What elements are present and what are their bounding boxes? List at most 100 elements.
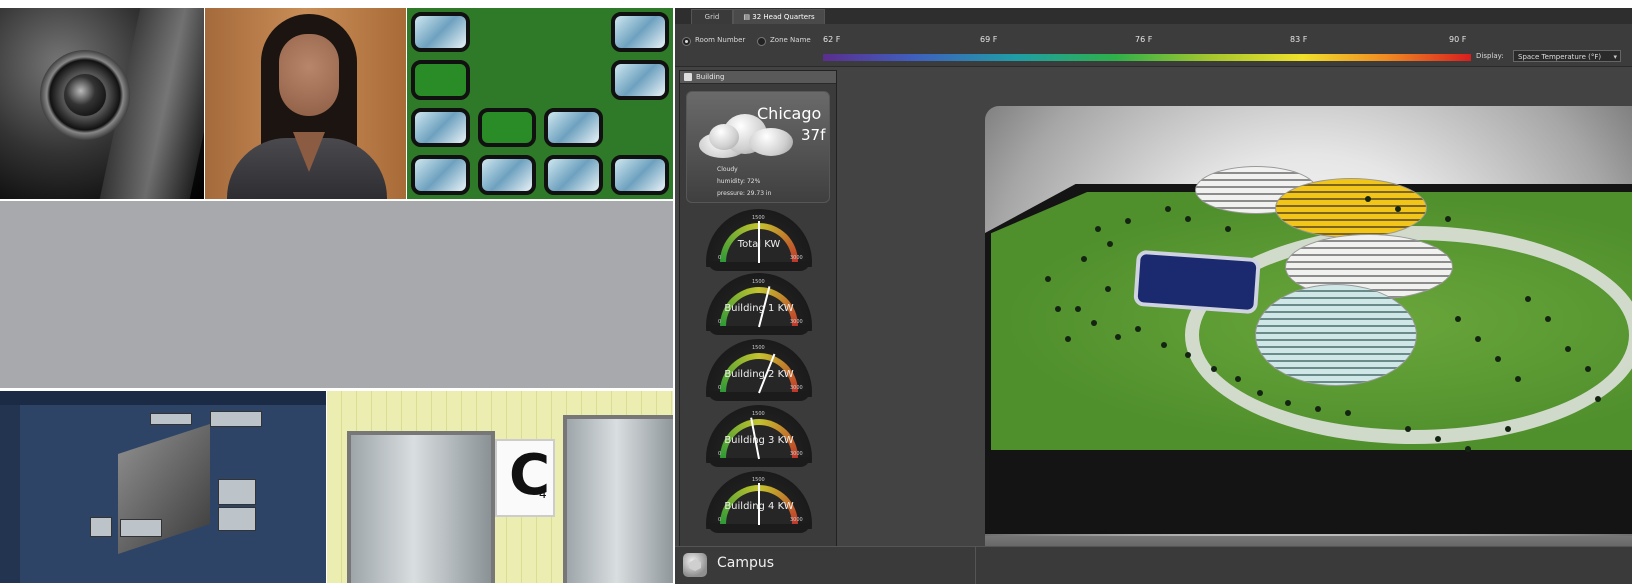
- gauge-min: 0: [718, 385, 722, 391]
- kw-gauge: 1500 0 3000 Building 4 KW: [706, 471, 812, 533]
- tree: [1107, 241, 1113, 247]
- tab-head-quarters[interactable]: ▤ 32 Head Quarters: [733, 9, 825, 24]
- zone-name-radio[interactable]: [757, 37, 766, 46]
- tree: [1105, 286, 1111, 292]
- kw-gauge: 1500 0 3000 Building 3 KW: [706, 405, 812, 467]
- zone-name-label: Zone Name: [770, 36, 811, 44]
- gauge-min: 0: [718, 517, 722, 523]
- tree: [1435, 436, 1441, 442]
- building-model-highlighted[interactable]: [1275, 178, 1427, 238]
- surveillance-monitors-photo: [407, 8, 673, 199]
- business-woman-photo: [205, 8, 406, 199]
- tab-label: 32 Head Quarters: [752, 13, 815, 21]
- building-panel: Building Chicago 37f Cloudy humidity: 72…: [679, 70, 837, 548]
- weather-widget: Chicago 37f Cloudy humidity: 72% pressur…: [686, 91, 830, 203]
- weather-pressure: pressure: 29.73 in: [717, 190, 772, 197]
- temp-tick: 69 F: [980, 35, 998, 44]
- footer-title: Campus: [717, 555, 775, 571]
- tab-grid[interactable]: Grid: [691, 9, 733, 24]
- tree: [1345, 410, 1351, 416]
- display-select[interactable]: Space Temperature (°F) ▾: [1513, 50, 1621, 62]
- security-camera-photo: [0, 8, 204, 199]
- gauge-mid: 1500: [752, 279, 765, 285]
- tree: [1185, 352, 1191, 358]
- panel-header: Building: [680, 71, 836, 84]
- temp-tick: 76 F: [1135, 35, 1153, 44]
- tree: [1161, 342, 1167, 348]
- elevator-door: [563, 415, 673, 583]
- tree: [1125, 218, 1131, 224]
- kw-gauge: 1500 0 3000 Building 1 KW: [706, 273, 812, 335]
- gauge-max: 3000: [790, 517, 803, 523]
- tree: [1445, 216, 1451, 222]
- floor-sign-number: 4: [539, 487, 547, 501]
- gauge-min: 0: [718, 255, 722, 261]
- tab-bar: Grid ▤ 32 Head Quarters: [675, 8, 1632, 24]
- temp-tick: 90 F: [1449, 35, 1467, 44]
- temperature-color-scale: [823, 54, 1471, 61]
- tree: [1091, 320, 1097, 326]
- tree: [1165, 206, 1171, 212]
- display-label: Display:: [1476, 52, 1504, 60]
- tree: [1285, 400, 1291, 406]
- building-model[interactable]: [1255, 284, 1417, 386]
- footer-bar: Campus: [675, 546, 1632, 584]
- tree: [1315, 406, 1321, 412]
- kw-gauge: 1500 0 3000 Building 2 KW: [706, 339, 812, 401]
- display-select-value: Space Temperature (°F): [1518, 53, 1602, 61]
- gauge-label: Building 4 KW: [724, 501, 794, 512]
- tree: [1545, 316, 1551, 322]
- elevator-lobby-photo: C 4: [327, 391, 673, 583]
- tree: [1515, 376, 1521, 382]
- kw-gauge: 1500 0 3000 Total KW: [706, 209, 812, 271]
- weather-humidity: humidity: 72%: [717, 178, 761, 185]
- tree: [1257, 390, 1263, 396]
- panel-title: Building: [696, 73, 725, 81]
- building-icon: ▤: [743, 13, 751, 21]
- gauge-min: 0: [718, 451, 722, 457]
- tree: [1075, 306, 1081, 312]
- reflecting-pool: [1133, 249, 1261, 315]
- tree: [1495, 356, 1501, 362]
- building-icon: [684, 73, 692, 81]
- weather-condition: Cloudy: [717, 166, 738, 173]
- campus-3d-view[interactable]: [985, 106, 1632, 583]
- gauge-max: 3000: [790, 385, 803, 391]
- gauge-label: Building 2 KW: [724, 369, 794, 380]
- room-number-radio[interactable]: [682, 37, 691, 46]
- gauge-max: 3000: [790, 451, 803, 457]
- grey-band: [0, 201, 673, 388]
- toolbar: Room Number Zone Name 62 F 69 F 76 F 83 …: [675, 24, 1632, 67]
- gauge-min: 0: [718, 319, 722, 325]
- gauge-mid: 1500: [752, 411, 765, 417]
- campus-logo-icon: [683, 553, 707, 577]
- tree: [1505, 426, 1511, 432]
- tree: [1595, 396, 1601, 402]
- tree: [1095, 226, 1101, 232]
- tree: [1585, 366, 1591, 372]
- tree: [1135, 326, 1141, 332]
- weather-city: Chicago: [757, 104, 822, 123]
- bms-software-screenshot: [0, 391, 326, 583]
- gauge-label: Building 1 KW: [724, 303, 794, 314]
- gauge-mid: 1500: [752, 345, 765, 351]
- gauge-max: 3000: [790, 255, 803, 261]
- tree: [1455, 316, 1461, 322]
- temp-tick: 83 F: [1290, 35, 1308, 44]
- tree: [1405, 426, 1411, 432]
- tree: [1225, 226, 1231, 232]
- tree: [1055, 306, 1061, 312]
- gauge-label: Total KW: [737, 239, 781, 250]
- tree: [1465, 446, 1471, 452]
- weather-temperature: 37f: [801, 126, 826, 144]
- elevator-door: [347, 431, 495, 583]
- chevron-down-icon: ▾: [1613, 53, 1617, 61]
- gauge-label: Building 3 KW: [724, 435, 794, 446]
- room-number-label: Room Number: [695, 36, 746, 44]
- gauge-mid: 1500: [752, 215, 765, 221]
- tree: [1081, 256, 1087, 262]
- tree: [1045, 276, 1051, 282]
- building-management-app: Grid ▤ 32 Head Quarters Room Number Zone…: [675, 8, 1632, 584]
- tree: [1395, 206, 1401, 212]
- tree: [1365, 196, 1371, 202]
